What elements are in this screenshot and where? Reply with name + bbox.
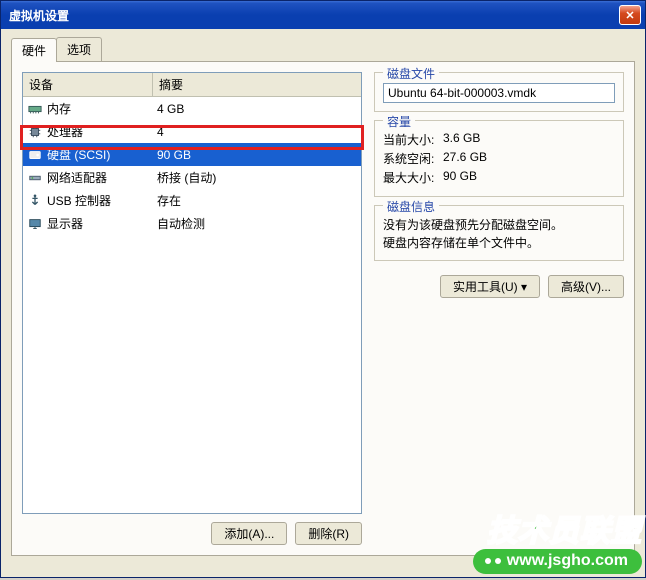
device-label: 显示器 [47, 213, 153, 234]
network-icon [23, 171, 47, 185]
tab-options[interactable]: 选项 [56, 37, 102, 61]
close-button[interactable]: ✕ [619, 5, 641, 25]
group-title: 磁盘文件 [383, 65, 439, 82]
label: 当前大小: [383, 131, 443, 148]
value: 3.6 GB [443, 131, 615, 148]
display-icon [23, 217, 47, 231]
tab-body: 设备 摘要 内存 4 GB [11, 61, 635, 556]
left-pane: 设备 摘要 内存 4 GB [22, 72, 362, 545]
disk-file-input[interactable] [383, 83, 615, 103]
info-line-2: 硬盘内容存储在单个文件中。 [383, 234, 615, 252]
settings-window: 虚拟机设置 ✕ 硬件 选项 设备 摘要 [0, 0, 646, 578]
usb-icon [23, 194, 47, 208]
advanced-button[interactable]: 高级(V)... [548, 275, 624, 298]
label: 最大大小: [383, 169, 443, 186]
disk-info-group: 磁盘信息 没有为该硬盘预先分配磁盘空间。 硬盘内容存储在单个文件中。 [374, 205, 624, 261]
device-summary: 4 [153, 123, 361, 141]
device-summary: 自动检测 [153, 213, 361, 234]
chevron-down-icon: ▾ [521, 280, 527, 294]
titlebar: 虚拟机设置 ✕ [1, 1, 645, 29]
table-row-memory[interactable]: 内存 4 GB [23, 97, 361, 120]
column-device[interactable]: 设备 [23, 73, 153, 96]
group-title: 磁盘信息 [383, 198, 439, 215]
tabpanel: 硬件 选项 设备 摘要 [11, 37, 635, 567]
content-area: 硬件 选项 设备 摘要 [1, 29, 645, 577]
window-title: 虚拟机设置 [9, 7, 619, 24]
group-title: 容量 [383, 113, 415, 130]
remove-button[interactable]: 删除(R) [295, 522, 362, 545]
right-pane: 磁盘文件 容量 当前大小: 3.6 GB 系统空闲: 27.6 GB [374, 72, 624, 545]
tab-hardware[interactable]: 硬件 [11, 38, 57, 62]
cpu-icon [23, 125, 47, 139]
disk-actions: 实用工具(U) ▾ 高级(V)... [374, 275, 624, 298]
device-summary: 90 GB [153, 146, 361, 164]
value: 90 GB [443, 169, 615, 186]
device-summary: 存在 [153, 190, 361, 211]
device-buttons: 添加(A)... 删除(R) [22, 522, 362, 545]
button-label: 实用工具(U) [453, 280, 518, 294]
device-label: 网络适配器 [47, 167, 153, 188]
info-line-1: 没有为该硬盘预先分配磁盘空间。 [383, 216, 615, 234]
column-summary[interactable]: 摘要 [153, 73, 361, 96]
label: 系统空闲: [383, 150, 443, 167]
utilities-button[interactable]: 实用工具(U) ▾ [440, 275, 540, 298]
device-table-header: 设备 摘要 [23, 73, 361, 97]
capacity-free: 系统空闲: 27.6 GB [383, 150, 615, 167]
table-row-cpu[interactable]: 处理器 4 [23, 120, 361, 143]
table-row-usb[interactable]: USB 控制器 存在 [23, 189, 361, 212]
table-row-network[interactable]: 网络适配器 桥接 (自动) [23, 166, 361, 189]
capacity-max: 最大大小: 90 GB [383, 169, 615, 186]
device-label: 处理器 [47, 121, 153, 142]
capacity-group: 容量 当前大小: 3.6 GB 系统空闲: 27.6 GB 最大大小: 90 G… [374, 120, 624, 197]
device-summary: 桥接 (自动) [153, 167, 361, 188]
add-button[interactable]: 添加(A)... [211, 522, 287, 545]
disk-file-group: 磁盘文件 [374, 72, 624, 112]
tabstrip: 硬件 选项 [11, 37, 635, 61]
disk-icon [23, 148, 47, 162]
device-table: 设备 摘要 内存 4 GB [22, 72, 362, 514]
memory-icon [23, 102, 47, 116]
device-label: 硬盘 (SCSI) [47, 144, 153, 165]
device-table-body: 内存 4 GB 处理器 4 [23, 97, 361, 235]
close-icon: ✕ [625, 9, 634, 22]
device-label: USB 控制器 [47, 190, 153, 211]
table-row-display[interactable]: 显示器 自动检测 [23, 212, 361, 235]
table-row-disk[interactable]: 硬盘 (SCSI) 90 GB [23, 143, 361, 166]
capacity-current: 当前大小: 3.6 GB [383, 131, 615, 148]
device-label: 内存 [47, 98, 153, 119]
value: 27.6 GB [443, 150, 615, 167]
device-summary: 4 GB [153, 100, 361, 118]
